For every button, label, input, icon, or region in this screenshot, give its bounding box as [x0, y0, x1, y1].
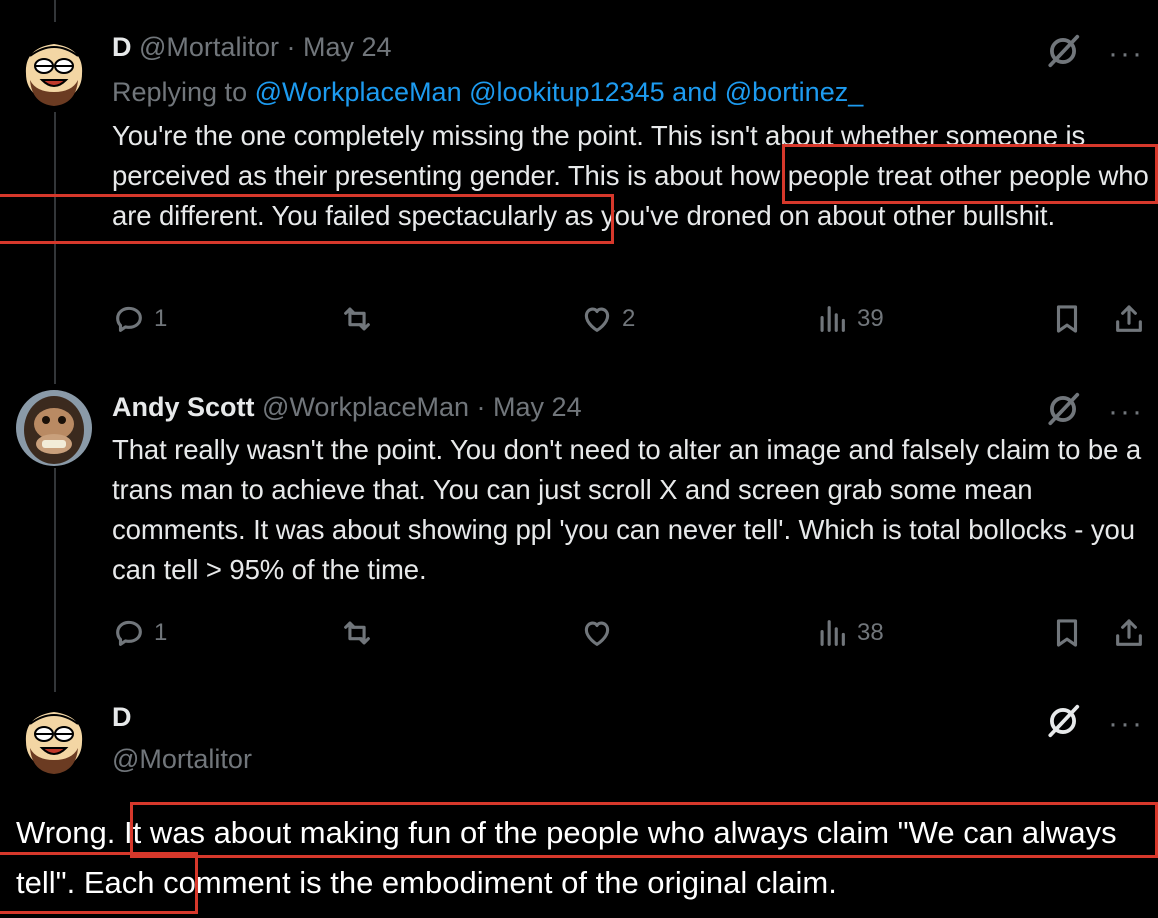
repost-button[interactable] — [340, 616, 382, 650]
repost-icon — [344, 307, 370, 331]
thread-line-top — [54, 0, 56, 22]
highlight-box — [782, 144, 1158, 204]
views-icon — [820, 620, 845, 646]
tweet-header: D @Mortalitor · May 24 — [112, 30, 392, 64]
more-button[interactable]: ··· — [1108, 396, 1144, 426]
grok-button[interactable] — [1044, 390, 1082, 433]
views-button[interactable]: 39 — [815, 302, 884, 336]
handle[interactable]: @WorkplaceMan — [262, 392, 469, 422]
tweet-content: Andy Scott @WorkplaceMan · May 24 That r… — [112, 390, 1158, 660]
handle[interactable]: @Mortalitor — [112, 744, 252, 774]
like-count: 2 — [622, 305, 636, 332]
reply-button[interactable]: 1 — [112, 302, 167, 336]
tweet-header: Andy Scott @WorkplaceMan · May 24 — [112, 390, 582, 424]
tweet-actions: 1 38 — [112, 616, 1158, 656]
highlight-box — [130, 802, 1158, 858]
grok-icon — [1048, 392, 1080, 426]
replying-and[interactable]: and — [672, 77, 717, 107]
tweet-top-icons: ··· — [1044, 390, 1144, 433]
reply-icon — [116, 620, 142, 646]
replying-handles[interactable]: @WorkplaceMan @lookitup12345 — [255, 77, 665, 107]
reply-button[interactable]: 1 — [112, 616, 167, 650]
repost-icon — [344, 621, 370, 645]
highlight-box — [0, 194, 614, 244]
tweet-actions: 1 2 39 — [112, 302, 1158, 342]
more-button[interactable]: ··· — [1108, 708, 1144, 738]
share-icon — [1116, 619, 1142, 646]
chimpanzee-avatar-icon — [16, 390, 92, 466]
display-name[interactable]: Andy Scott — [112, 392, 255, 422]
tweet-2[interactable]: Andy Scott @WorkplaceMan · May 24 That r… — [0, 390, 1158, 660]
grok-icon — [1048, 704, 1080, 738]
replying-last-handle[interactable]: @bortinez_ — [725, 77, 863, 107]
tweet-date[interactable]: May 24 — [493, 392, 582, 422]
repost-button[interactable] — [340, 302, 382, 336]
reply-count: 1 — [154, 619, 168, 646]
tweet-content: D @Mortalitor — [112, 700, 1158, 790]
reply-count: 1 — [154, 305, 168, 332]
tweet-top-icons: ··· — [1044, 32, 1144, 75]
tweet-text: That really wasn't the point. You don't … — [112, 434, 1142, 585]
heart-icon — [584, 621, 610, 646]
views-count: 39 — [857, 305, 884, 332]
views-icon — [820, 306, 845, 332]
heart-icon — [584, 307, 610, 332]
handle[interactable]: @Mortalitor — [139, 32, 279, 62]
more-button[interactable]: ··· — [1108, 38, 1144, 68]
bookmark-button[interactable] — [1050, 302, 1084, 336]
display-name-row: D — [112, 700, 132, 734]
cartoon-face-avatar-icon — [16, 34, 92, 110]
views-count: 38 — [857, 619, 884, 646]
tweet-top-icons: ··· — [1044, 702, 1144, 745]
share-icon — [1116, 305, 1142, 332]
tweet-date[interactable]: May 24 — [303, 32, 392, 62]
display-name[interactable]: D — [112, 702, 132, 732]
grok-icon — [1048, 34, 1080, 68]
views-button[interactable]: 38 — [815, 616, 884, 650]
bookmark-button[interactable] — [1050, 616, 1084, 650]
cartoon-face-avatar-icon — [16, 702, 92, 778]
replying-to: Replying to @WorkplaceMan @lookitup12345… — [112, 75, 863, 109]
display-name[interactable]: D — [112, 32, 132, 62]
grok-button[interactable] — [1044, 702, 1082, 745]
replying-prefix: Replying to — [112, 77, 248, 107]
separator-dot: · — [476, 392, 486, 422]
share-button[interactable] — [1112, 616, 1146, 650]
tweet-text-part-a: Wrong. — [16, 815, 124, 850]
separator-dot: · — [286, 32, 296, 62]
share-button[interactable] — [1112, 302, 1146, 336]
bookmark-icon — [1056, 619, 1078, 647]
like-button[interactable] — [580, 616, 622, 650]
avatar[interactable] — [16, 390, 92, 466]
avatar[interactable] — [16, 702, 92, 778]
avatar[interactable] — [16, 34, 92, 110]
like-button[interactable]: 2 — [580, 302, 635, 336]
bookmark-icon — [1056, 305, 1078, 333]
handle-row: @Mortalitor — [112, 742, 252, 776]
grok-button[interactable] — [1044, 32, 1082, 75]
highlight-box — [0, 852, 198, 914]
reply-icon — [116, 306, 142, 332]
